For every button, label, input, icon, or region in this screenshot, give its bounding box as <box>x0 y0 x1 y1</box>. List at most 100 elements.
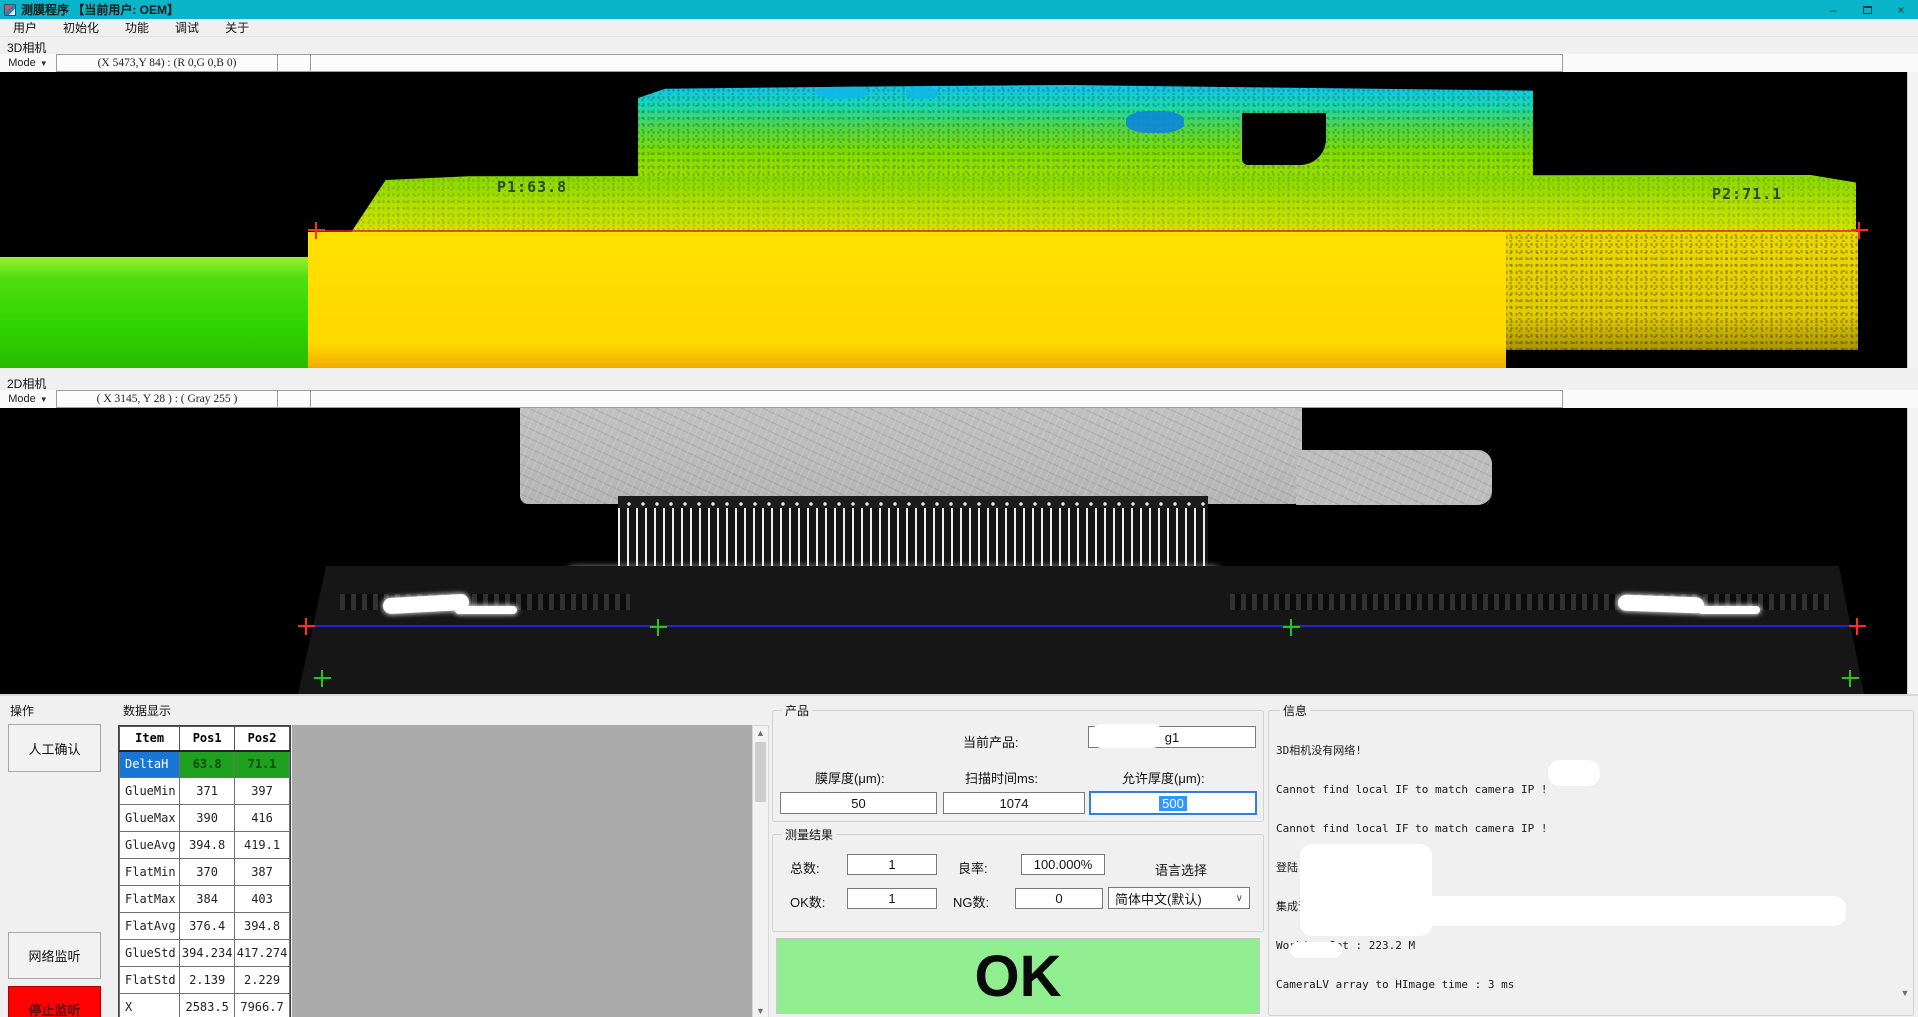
menu-user[interactable]: 用户 <box>0 19 50 36</box>
camera2d-scrollbar[interactable] <box>1907 408 1918 694</box>
log-scroll-down-icon[interactable]: ▼ <box>1898 988 1912 998</box>
cell-pos2[interactable]: 416 <box>235 805 290 832</box>
cell-pos2[interactable]: 7966.7 <box>235 994 290 1017</box>
cell-item[interactable]: GlueMax <box>120 805 180 832</box>
table-row[interactable]: DeltaH 63.8 71.1 <box>120 751 290 778</box>
marker-cross-p2 <box>1851 222 1868 239</box>
table-row[interactable]: FlatMin 370 387 <box>120 859 290 886</box>
noise-texture <box>348 175 1856 237</box>
marker-cross-green <box>1842 670 1859 687</box>
cell-pos1[interactable]: 394.8 <box>180 832 235 859</box>
cell-item[interactable]: FlatAvg <box>120 913 180 940</box>
cell-item[interactable]: FlatMin <box>120 859 180 886</box>
menu-bar: 用户 初始化 功能 调试 关于 <box>0 19 1918 37</box>
cell-pos2[interactable]: 2.229 <box>235 967 290 994</box>
close-button[interactable]: × <box>1884 0 1918 19</box>
operation-group-label: 操作 <box>7 702 37 719</box>
table-row[interactable]: FlatAvg 376.4 394.8 <box>120 913 290 940</box>
cell-pos1[interactable]: 2583.5 <box>180 994 235 1017</box>
table-row[interactable]: GlueStd 394.234 417.274 <box>120 940 290 967</box>
bottom-panel: 操作 人工确认 网络监听 停止监听 数据显示 Item Pos1 Pos2 De… <box>0 694 1918 1017</box>
cell-pos2[interactable]: 71.1 <box>235 751 290 778</box>
selected-text: 500 <box>1159 796 1187 811</box>
camera3d-mode-button[interactable]: Mode ▼ <box>2 55 54 71</box>
app-window: 测膜程序 【当前用户: OEM】 – × 用户 初始化 功能 调试 关于 3D相… <box>0 0 1918 1017</box>
cell-item[interactable]: X <box>120 994 180 1017</box>
language-label: 语言选择 <box>1155 860 1207 879</box>
scan-time-label: 扫描时间ms: <box>965 768 1038 787</box>
minimize-button[interactable]: – <box>1816 0 1850 19</box>
redaction-scribble <box>1548 760 1600 786</box>
table-row[interactable]: FlatStd 2.139 2.229 <box>120 967 290 994</box>
maximize-icon <box>1863 6 1872 14</box>
ok-count-input[interactable]: 1 <box>847 888 937 909</box>
table-row[interactable]: X 2583.5 7966.7 <box>120 994 290 1017</box>
marker-cross-right <box>1849 618 1866 635</box>
network-listen-button[interactable]: 网络监听 <box>8 932 101 979</box>
table-row[interactable]: GlueMax 390 416 <box>120 805 290 832</box>
p2-measurement-label: P2:71.1 <box>1712 185 1782 203</box>
menu-function[interactable]: 功能 <box>112 19 162 36</box>
menu-debug[interactable]: 调试 <box>162 19 212 36</box>
cell-pos2[interactable]: 397 <box>235 778 290 805</box>
heightmap-yellow-slab <box>308 232 1506 368</box>
p1-measurement-label: P1:63.8 <box>497 178 567 196</box>
ng-count-input[interactable]: 0 <box>1015 888 1103 909</box>
marker-cross-left <box>298 618 315 635</box>
table-scrollbar[interactable]: ▲ ▼ <box>752 725 769 1017</box>
log-line: 3D相机没有网络! <box>1276 744 1900 757</box>
cell-pos1[interactable]: 394.234 <box>180 940 235 967</box>
measure-line-3d <box>316 230 1860 232</box>
menu-about[interactable]: 关于 <box>212 19 262 36</box>
cell-pos1[interactable]: 2.139 <box>180 967 235 994</box>
camera2d-mode-button[interactable]: Mode ▼ <box>2 391 54 407</box>
language-select[interactable]: 简体中文(默认) ∨ <box>1108 887 1250 909</box>
camera2d-view[interactable] <box>0 408 1918 694</box>
info-group-label: 信息 <box>1280 702 1310 719</box>
glue-blob <box>1618 595 1705 614</box>
total-input[interactable]: 1 <box>847 854 937 875</box>
cell-item[interactable]: GlueAvg <box>120 832 180 859</box>
scroll-down-icon[interactable]: ▼ <box>753 1006 768 1016</box>
menu-initialize[interactable]: 初始化 <box>50 19 112 36</box>
cell-pos1[interactable]: 390 <box>180 805 235 832</box>
cell-pos1[interactable]: 376.4 <box>180 913 235 940</box>
scrollbar-thumb[interactable] <box>755 742 766 802</box>
measurement-table[interactable]: Item Pos1 Pos2 DeltaH 63.8 71.1 GlueMin … <box>118 725 291 1017</box>
cell-item[interactable]: GlueStd <box>120 940 180 967</box>
cell-pos2[interactable]: 387 <box>235 859 290 886</box>
cell-item[interactable]: GlueMin <box>120 778 180 805</box>
cell-pos1[interactable]: 63.8 <box>180 751 235 778</box>
cell-pos1[interactable]: 370 <box>180 859 235 886</box>
cell-item[interactable]: FlatMax <box>120 886 180 913</box>
scroll-up-icon[interactable]: ▲ <box>753 728 768 738</box>
camera3d-coordinates-readout: (X 5473,Y 84) : (R 0,G 0,B 0) <box>56 54 278 72</box>
cell-item[interactable]: FlatStd <box>120 967 180 994</box>
cell-pos2[interactable]: 417.274 <box>235 940 290 967</box>
cell-pos1[interactable]: 384 <box>180 886 235 913</box>
allow-thickness-input[interactable]: 500 <box>1089 791 1257 815</box>
maximize-button[interactable] <box>1850 0 1884 19</box>
table-row[interactable]: GlueAvg 394.8 419.1 <box>120 832 290 859</box>
clip-notch-shape <box>1242 113 1326 165</box>
cell-pos1[interactable]: 371 <box>180 778 235 805</box>
film-thickness-input[interactable]: 50 <box>780 792 937 814</box>
connector-pins <box>618 508 1208 574</box>
glue-blob <box>1698 606 1760 614</box>
cell-pos2[interactable]: 419.1 <box>235 832 290 859</box>
app-icon <box>4 4 16 16</box>
table-row[interactable]: FlatMax 384 403 <box>120 886 290 913</box>
camera3d-view[interactable]: P1:63.8 P2:71.1 <box>0 72 1918 368</box>
table-row[interactable]: GlueMin 371 397 <box>120 778 290 805</box>
cell-item[interactable]: DeltaH <box>120 751 180 778</box>
yield-input[interactable]: 100.000% <box>1021 854 1105 875</box>
manual-confirm-button[interactable]: 人工确认 <box>8 724 101 772</box>
camera3d-scrollbar[interactable] <box>1907 72 1918 368</box>
film-thickness-label: 膜厚度(μm): <box>815 768 885 787</box>
stop-listen-button[interactable]: 停止监听 <box>8 986 101 1017</box>
scan-time-input[interactable]: 1074 <box>943 792 1085 814</box>
marker-cross-green <box>650 619 667 636</box>
heightmap-top-flange <box>638 85 1533 178</box>
cell-pos2[interactable]: 403 <box>235 886 290 913</box>
cell-pos2[interactable]: 394.8 <box>235 913 290 940</box>
